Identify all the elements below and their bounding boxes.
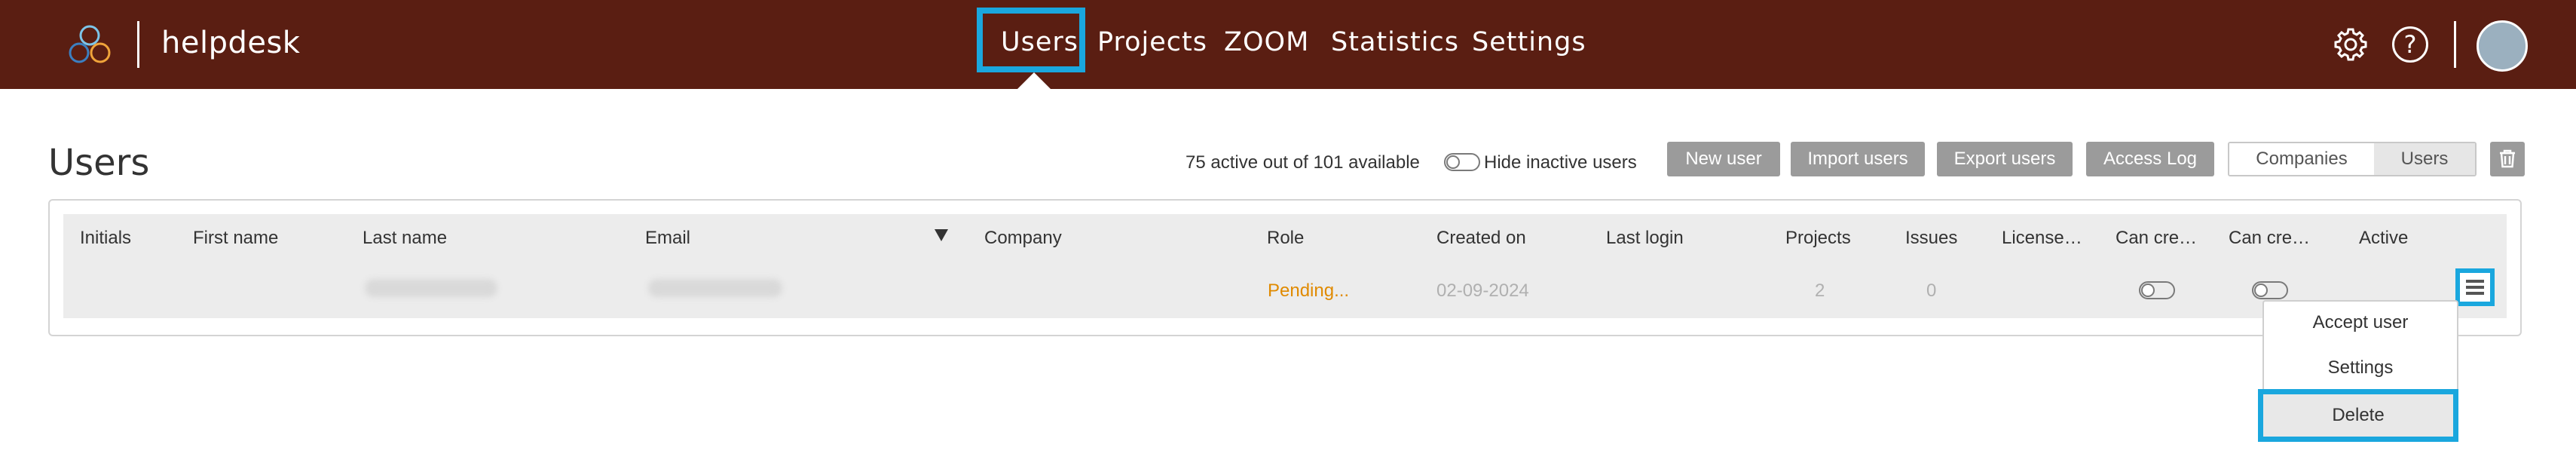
tab-companies[interactable]: Companies [2229, 143, 2374, 175]
created-on-value: 02-09-2024 [1436, 280, 1529, 301]
brand-divider [137, 21, 139, 68]
active-nav-caret [1017, 72, 1051, 89]
column-license[interactable]: License… [2002, 228, 2082, 249]
column-projects[interactable]: Projects [1785, 228, 1851, 249]
new-user-button[interactable]: New user [1667, 142, 1780, 176]
nav-zoom[interactable]: ZOOM [1224, 27, 1309, 57]
app-name: helpdesk [161, 26, 301, 60]
column-email[interactable]: Email [645, 228, 690, 249]
help-icon[interactable]: ? [2392, 26, 2428, 63]
last-name-redacted [365, 279, 497, 297]
hamburger-icon [2466, 280, 2484, 295]
trash-icon [2500, 149, 2515, 168]
can-create-toggle-2[interactable] [2252, 281, 2288, 299]
column-initials[interactable]: Initials [80, 228, 131, 249]
column-first-name[interactable]: First name [193, 228, 278, 249]
column-can-create-1[interactable]: Can cre… [2116, 228, 2197, 249]
sort-desc-icon[interactable] [935, 229, 948, 241]
avatar[interactable] [2477, 20, 2528, 72]
column-can-create-2[interactable]: Can cre… [2229, 228, 2310, 249]
accept-user-menu-item[interactable]: Accept user [2264, 312, 2457, 333]
export-users-button[interactable]: Export users [1937, 142, 2073, 176]
users-nav-highlight [977, 8, 1085, 72]
page-title: Users [48, 142, 150, 184]
nav-settings[interactable]: Settings [1472, 27, 1586, 57]
column-company[interactable]: Company [984, 228, 1062, 249]
access-log-button[interactable]: Access Log [2086, 142, 2214, 176]
hide-inactive-toggle[interactable] [1444, 153, 1480, 171]
column-last-login[interactable]: Last login [1606, 228, 1684, 249]
email-redacted [648, 279, 782, 297]
view-switcher: Companies Users [2228, 142, 2477, 176]
settings-menu-item[interactable]: Settings [2264, 357, 2457, 379]
delete-button[interactable] [2490, 142, 2525, 176]
tab-users[interactable]: Users [2374, 143, 2475, 175]
nav-statistics[interactable]: Statistics [1331, 27, 1459, 57]
delete-menu-item[interactable]: Delete [2258, 389, 2458, 442]
hide-inactive-label: Hide inactive users [1484, 152, 1637, 173]
issues-value: 0 [1926, 280, 1937, 301]
header-divider [2454, 21, 2456, 68]
active-users-count: 75 active out of 101 available [1186, 152, 1420, 173]
gear-icon[interactable] [2332, 26, 2369, 63]
projects-value: 2 [1815, 280, 1825, 301]
helpdesk-logo-icon[interactable] [65, 23, 115, 66]
column-role[interactable]: Role [1267, 228, 1304, 249]
role-value: Pending... [1268, 280, 1350, 301]
column-created-on[interactable]: Created on [1436, 228, 1526, 249]
row-menu-button[interactable] [2455, 268, 2495, 306]
nav-projects[interactable]: Projects [1097, 27, 1207, 57]
column-issues[interactable]: Issues [1905, 228, 1957, 249]
column-last-name[interactable]: Last name [363, 228, 447, 249]
import-users-button[interactable]: Import users [1791, 142, 1925, 176]
column-active[interactable]: Active [2359, 228, 2408, 249]
can-create-toggle-1[interactable] [2139, 281, 2175, 299]
